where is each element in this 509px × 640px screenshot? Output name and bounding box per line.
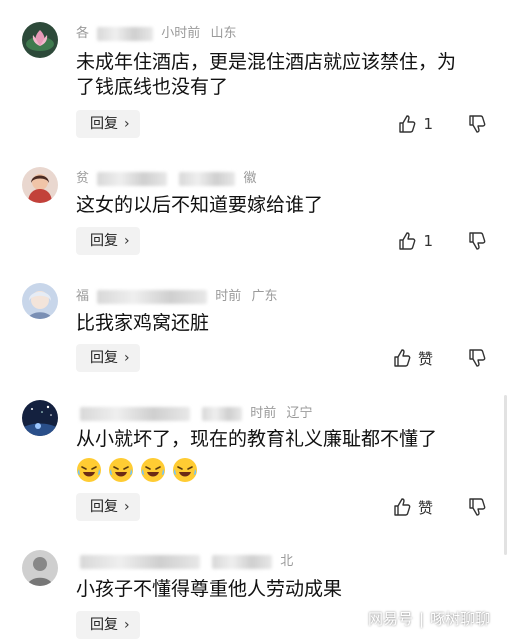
comment-actions: 1 <box>397 110 487 138</box>
comment-text: 小孩子不懂得尊重他人劳动成果 <box>76 578 343 600</box>
like-count: 1 <box>423 232 433 250</box>
comment-text: 从小就坏了，现在的教育礼义廉耻都不懂了 <box>76 428 438 450</box>
reply-button[interactable]: 回复 › <box>76 493 140 521</box>
laughing-crying-emoji-icon <box>173 458 197 482</box>
comment-meta: 各 小时前 山东 <box>76 22 236 41</box>
thumbs-down-icon[interactable] <box>467 114 487 134</box>
avatar[interactable] <box>22 550 58 586</box>
watermark-source: 网易号 <box>368 610 414 628</box>
thumbs-up-icon <box>399 232 416 250</box>
like-label: 赞 <box>417 498 433 517</box>
avatar[interactable] <box>22 22 58 58</box>
like-button[interactable]: 1 <box>397 114 433 134</box>
comment-text: 未成年住酒店，更是混住酒店就应该禁住，为了钱底线也没有了 <box>76 51 457 98</box>
like-count: 1 <box>423 115 433 133</box>
scrollbar[interactable] <box>504 395 507 555</box>
comment-time: 小时前 <box>161 26 201 41</box>
laughing-crying-emoji-icon <box>109 458 133 482</box>
chevron-right-icon: › <box>124 350 130 366</box>
comment-location: 辽宁 <box>286 406 313 421</box>
reply-button[interactable]: 回复 › <box>76 227 140 255</box>
blurred-username <box>80 406 190 421</box>
username-prefix: 福 <box>76 289 90 304</box>
reply-button[interactable]: 回复 › <box>76 110 140 138</box>
comment-meta: 贫 徽 <box>76 167 256 186</box>
comment-meta: 福 时前 广东 <box>76 285 277 304</box>
chevron-right-icon: › <box>124 233 130 249</box>
comment-actions: 赞 <box>392 493 487 521</box>
reply-button[interactable]: 回复 › <box>76 611 140 639</box>
comment-location: 广东 <box>251 289 278 304</box>
chevron-right-icon: › <box>124 617 130 633</box>
username-prefix: 各 <box>76 26 90 41</box>
comment-time: 时前 <box>250 406 277 421</box>
comment-location: 北 <box>280 554 294 569</box>
comment-text: 比我家鸡窝还脏 <box>76 312 210 334</box>
thumbs-up-icon <box>394 349 411 367</box>
chevron-right-icon: › <box>124 499 130 515</box>
reply-label: 回复 <box>90 233 118 249</box>
reply-label: 回复 <box>90 350 118 366</box>
laughing-crying-emoji-icon <box>77 458 101 482</box>
laughing-crying-emoji-icon <box>141 458 165 482</box>
comment-meta: 北 <box>76 550 293 569</box>
like-button[interactable]: 赞 <box>392 497 433 518</box>
thumbs-up-icon <box>394 498 411 516</box>
blurred-username <box>97 289 208 304</box>
blurred-time <box>212 554 273 569</box>
thumbs-down-icon[interactable] <box>467 348 487 368</box>
thumbs-down-icon[interactable] <box>467 231 487 251</box>
avatar[interactable] <box>22 167 58 203</box>
chevron-right-icon: › <box>124 116 130 132</box>
comment-location: 山东 <box>210 26 237 41</box>
reply-label: 回复 <box>90 499 118 515</box>
comment-actions: 1 <box>397 227 487 255</box>
avatar[interactable] <box>22 400 58 436</box>
avatar[interactable] <box>22 283 58 319</box>
like-button[interactable]: 赞 <box>392 348 433 369</box>
blurred-username <box>97 26 154 41</box>
reply-button[interactable]: 回复 › <box>76 344 140 372</box>
watermark: 网易号 | 啄树聊聊 <box>368 610 491 628</box>
comment-meta: 时前 辽宁 <box>76 402 312 421</box>
comment-location: 徽 <box>243 171 257 186</box>
comment-text: 这女的以后不知道要嫁给谁了 <box>76 194 324 216</box>
reply-label: 回复 <box>90 116 118 132</box>
like-label: 赞 <box>417 349 433 368</box>
blurred-prefix <box>202 406 243 421</box>
blurred-username <box>97 171 168 186</box>
thumbs-down-icon[interactable] <box>467 497 487 517</box>
thumbs-up-icon <box>399 115 416 133</box>
comment-actions: 赞 <box>392 344 487 372</box>
blurred-time <box>179 171 236 186</box>
comment-time: 时前 <box>215 289 242 304</box>
reply-label: 回复 <box>90 617 118 633</box>
username-prefix: 贫 <box>76 171 90 186</box>
emoji-row <box>76 457 198 483</box>
blurred-username <box>80 554 200 569</box>
like-button[interactable]: 1 <box>397 231 433 251</box>
watermark-author: 啄树聊聊 <box>430 610 491 628</box>
